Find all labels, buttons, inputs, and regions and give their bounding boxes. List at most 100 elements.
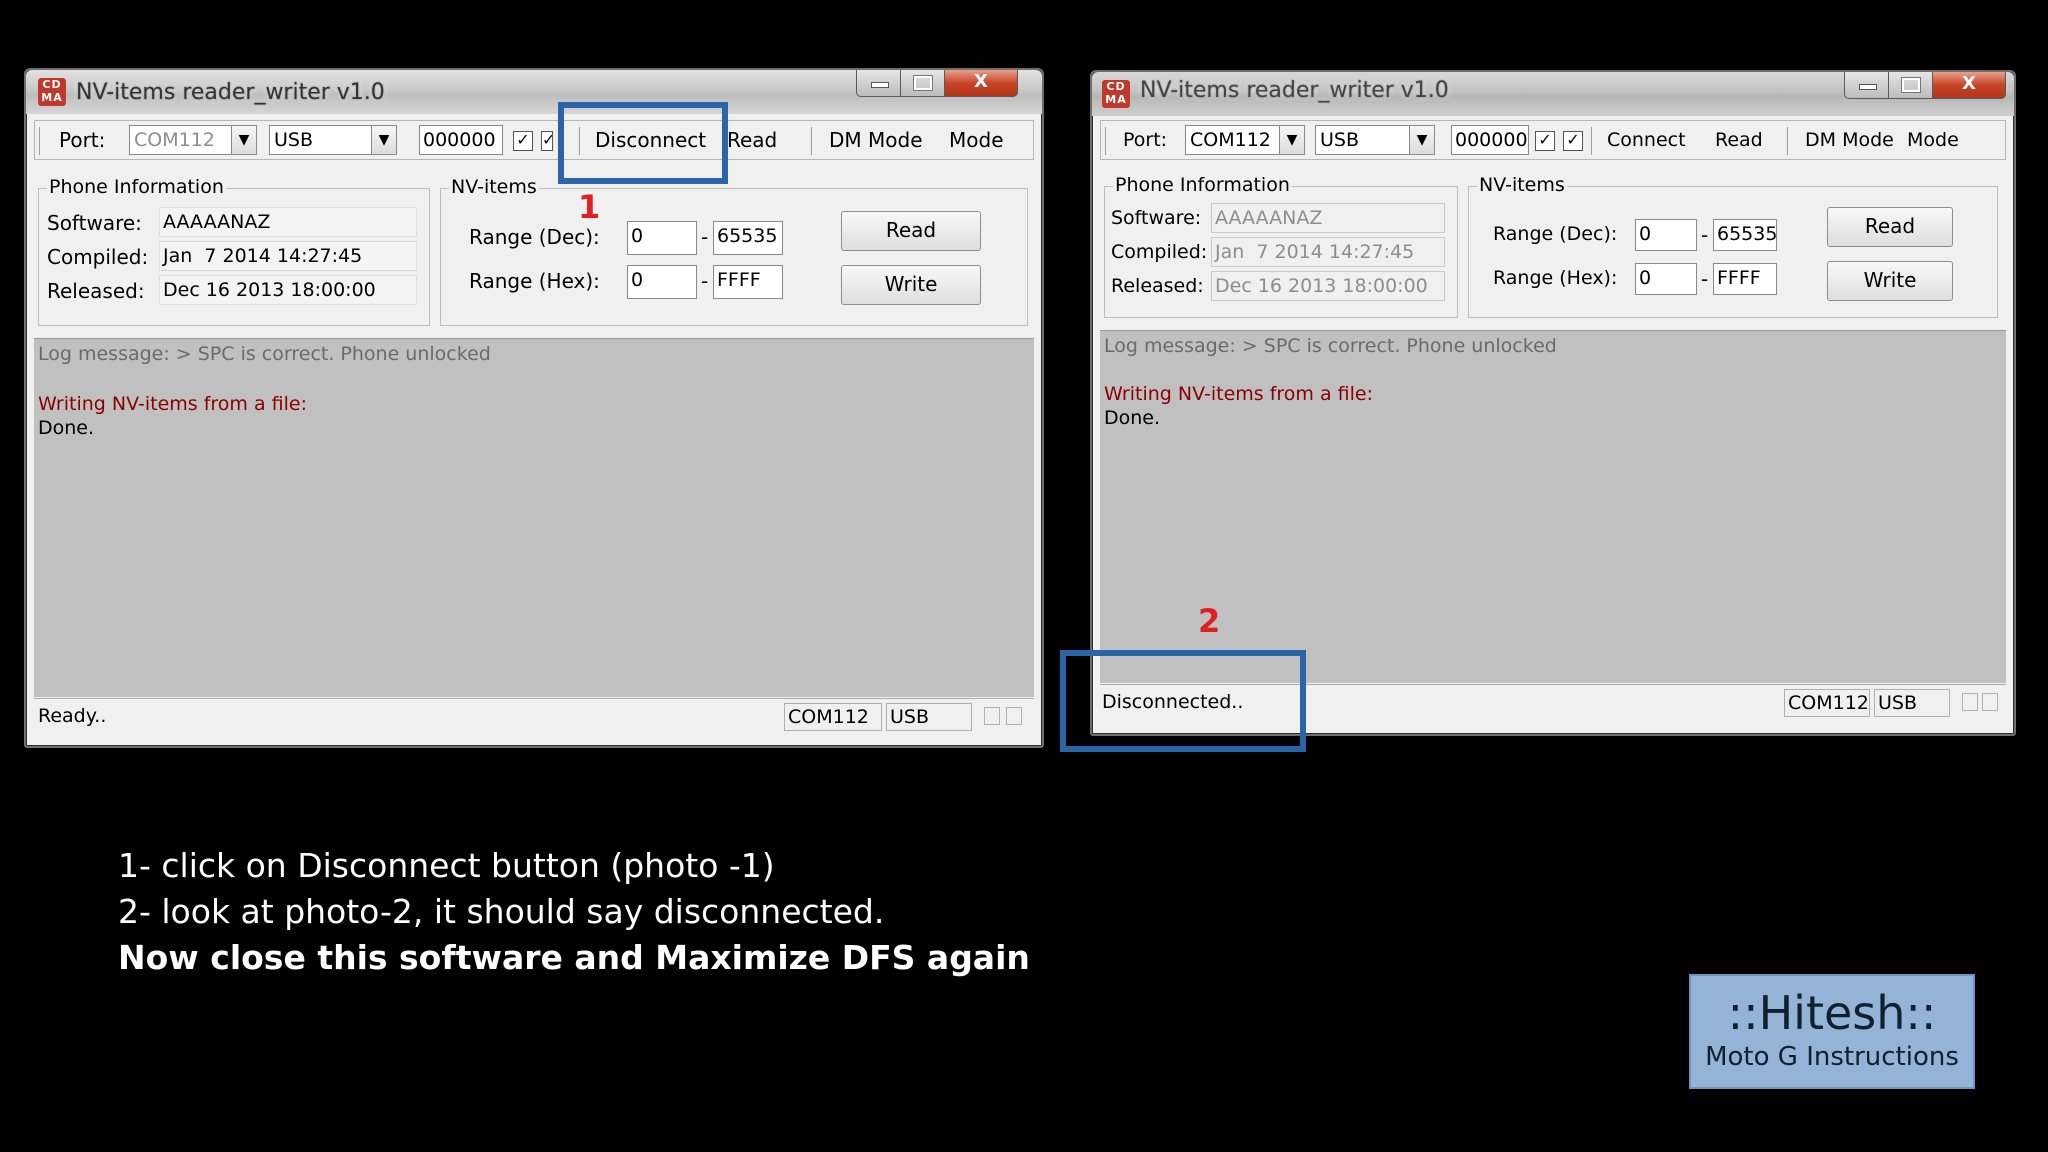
phone-information-group: Phone Information Software: AAAAANAZ Com… <box>38 176 430 326</box>
highlight-status-disconnected <box>1060 650 1306 752</box>
status-indicator-2 <box>1982 693 1998 711</box>
log-line-done: Done. <box>38 417 95 439</box>
released-label: Released: <box>47 279 145 303</box>
released-field: Dec 16 2013 18:00:00 <box>1211 271 1445 301</box>
instruction-line-1: 1- click on Disconnect button (photo -1) <box>118 846 775 885</box>
range-hex-label: Range (Hex): <box>469 269 600 293</box>
maximize-button[interactable] <box>900 70 946 97</box>
title-bar[interactable]: CD MA NV-items reader_writer v1.0 X <box>26 70 1042 114</box>
connection-type-value: USB <box>1320 129 1360 151</box>
released-label: Released: <box>1111 275 1204 297</box>
range-dec-dash: - <box>1701 223 1709 247</box>
status-connection: USB <box>886 703 972 731</box>
port-select[interactable]: COM112 ▼ <box>1185 125 1305 155</box>
spc-checkbox-1[interactable]: ✓ <box>1535 131 1555 151</box>
author-subtitle: Moto G Instructions <box>1705 1042 1959 1072</box>
status-indicator-2 <box>1006 707 1022 725</box>
minimize-button[interactable] <box>856 70 902 97</box>
instruction-line-3: Now close this software and Maximize DFS… <box>118 938 1030 977</box>
compiled-field: Jan 7 2014 14:27:45 <box>159 241 417 271</box>
window-title: NV-items reader_writer v1.0 <box>1140 78 1449 103</box>
minimize-button[interactable] <box>1844 72 1890 99</box>
log-line-done: Done. <box>1104 407 1161 429</box>
write-nv-button[interactable]: Write <box>1827 261 1953 301</box>
spc-checkbox-2[interactable]: ✓ <box>541 131 553 151</box>
range-hex-from-input[interactable]: 0 <box>627 265 697 299</box>
released-field: Dec 16 2013 18:00:00 <box>159 275 417 305</box>
chevron-down-icon[interactable]: ▼ <box>231 126 256 154</box>
toolbar-grip <box>1105 127 1106 155</box>
write-nv-button[interactable]: Write <box>841 265 981 305</box>
instruction-line-2: 2- look at photo-2, it should say discon… <box>118 892 885 931</box>
marker-1: 1 <box>578 188 601 226</box>
range-dec-label: Range (Dec): <box>469 225 600 249</box>
toolbar-separator <box>1787 127 1788 155</box>
connection-type-select[interactable]: USB ▼ <box>269 125 397 155</box>
maximize-icon <box>1901 77 1921 93</box>
mode-button[interactable]: Mode <box>949 125 1004 155</box>
connection-type-value: USB <box>274 129 314 151</box>
toolbar-separator <box>811 127 812 155</box>
nv-items-group: NV-items Range (Dec): 0 - 65535 Range (H… <box>440 176 1028 326</box>
log-header: Log message: > SPC is correct. Phone unl… <box>1104 335 1557 357</box>
log-line-writing: Writing NV-items from a file: <box>38 393 307 415</box>
range-hex-label: Range (Hex): <box>1493 267 1618 289</box>
status-indicator-1 <box>984 707 1000 725</box>
range-hex-to-input[interactable]: FFFF <box>713 265 783 299</box>
close-button[interactable]: X <box>944 70 1018 97</box>
port-label: Port: <box>1123 129 1168 151</box>
range-dec-label: Range (Dec): <box>1493 223 1618 245</box>
dm-mode-button[interactable]: DM Mode <box>829 125 923 155</box>
software-field: AAAAANAZ <box>1211 203 1445 233</box>
read-toolbar-button[interactable]: Read <box>1715 125 1763 155</box>
title-bar[interactable]: CD MA NV-items reader_writer v1.0 X <box>1092 72 2014 116</box>
port-select[interactable]: COM112 ▼ <box>129 125 257 155</box>
chevron-down-icon[interactable]: ▼ <box>371 126 396 154</box>
status-indicator-1 <box>1962 693 1978 711</box>
app-window-left: CD MA NV-items reader_writer v1.0 X Port… <box>24 68 1044 748</box>
compiled-label: Compiled: <box>1111 241 1208 263</box>
log-area: Log message: > SPC is correct. Phone unl… <box>1100 330 2006 683</box>
nv-items-legend: NV-items <box>1477 174 1567 196</box>
range-hex-to-input[interactable]: FFFF <box>1713 263 1777 295</box>
window-title: NV-items reader_writer v1.0 <box>76 80 385 105</box>
compiled-label: Compiled: <box>47 245 149 269</box>
range-dec-to-input[interactable]: 65535 <box>713 221 783 255</box>
toolbar-grip <box>39 127 40 155</box>
log-header: Log message: > SPC is correct. Phone unl… <box>38 343 491 365</box>
status-connection: USB <box>1874 689 1950 717</box>
mode-button[interactable]: Mode <box>1907 125 1959 155</box>
close-button[interactable]: X <box>1932 72 2006 99</box>
status-port: COM112 <box>1784 689 1870 717</box>
spc-code-field[interactable]: 000000 <box>1451 125 1529 155</box>
marker-2: 2 <box>1198 602 1221 640</box>
chevron-down-icon[interactable]: ▼ <box>1409 126 1434 154</box>
range-hex-from-input[interactable]: 0 <box>1635 263 1697 295</box>
software-field: AAAAANAZ <box>159 207 417 237</box>
log-line-writing: Writing NV-items from a file: <box>1104 383 1373 405</box>
phone-information-legend: Phone Information <box>1113 174 1292 196</box>
dm-mode-button[interactable]: DM Mode <box>1805 125 1894 155</box>
range-hex-dash: - <box>701 269 709 293</box>
read-nv-button[interactable]: Read <box>841 211 981 251</box>
connect-button[interactable]: Connect <box>1607 125 1686 155</box>
connection-type-select[interactable]: USB ▼ <box>1315 125 1435 155</box>
port-select-value: COM112 <box>134 129 215 151</box>
spc-checkbox-2[interactable]: ✓ <box>1563 131 1583 151</box>
chevron-down-icon[interactable]: ▼ <box>1279 126 1304 154</box>
phone-information-group: Phone Information Software: AAAAANAZ Com… <box>1104 174 1458 318</box>
spc-code-field[interactable]: 000000 <box>419 125 503 155</box>
range-dec-from-input[interactable]: 0 <box>627 221 697 255</box>
close-icon: X <box>1962 73 1976 94</box>
read-nv-button[interactable]: Read <box>1827 207 1953 247</box>
read-toolbar-button[interactable]: Read <box>727 125 777 155</box>
highlight-disconnect <box>558 102 728 184</box>
range-dec-from-input[interactable]: 0 <box>1635 219 1697 251</box>
compiled-field: Jan 7 2014 14:27:45 <box>1211 237 1445 267</box>
toolbar: Port: COM112 ▼ USB ▼ 000000 ✓ ✓ Connect Re… <box>1100 120 2006 160</box>
range-dec-to-input[interactable]: 65535 <box>1713 219 1777 251</box>
maximize-button[interactable] <box>1888 72 1934 99</box>
nv-items-legend: NV-items <box>449 176 539 198</box>
spc-checkbox-1[interactable]: ✓ <box>513 131 533 151</box>
close-icon: X <box>974 71 988 92</box>
